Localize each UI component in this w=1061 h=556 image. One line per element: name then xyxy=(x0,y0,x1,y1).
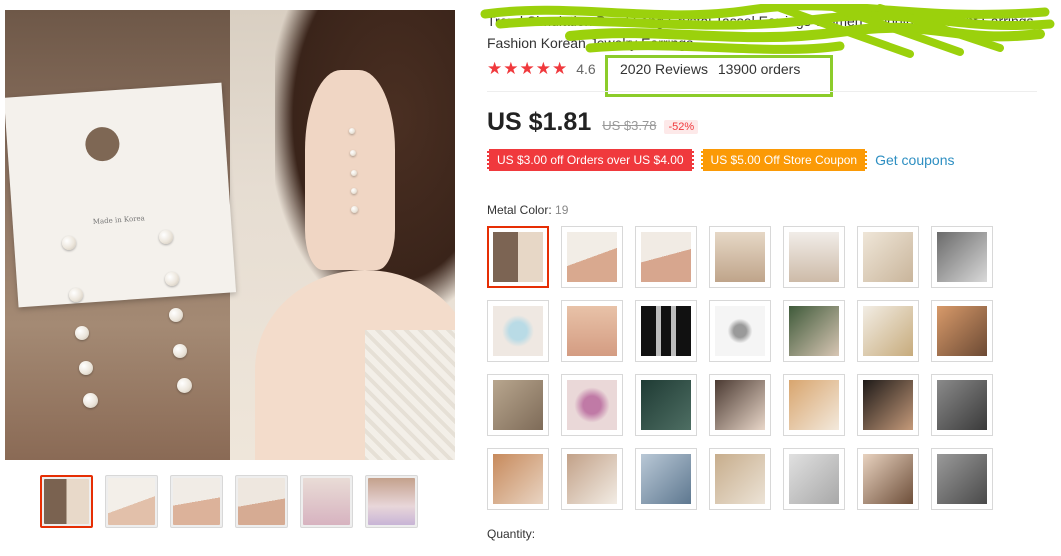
color-swatch[interactable] xyxy=(857,300,919,362)
pearl xyxy=(159,230,173,244)
option-count: 19 xyxy=(555,203,569,217)
color-swatch[interactable] xyxy=(635,226,697,288)
gallery-thumbnail[interactable] xyxy=(300,475,353,528)
card-brand-mark: Made in Korea xyxy=(92,214,146,226)
color-swatch[interactable] xyxy=(783,226,845,288)
color-swatch[interactable] xyxy=(487,448,549,510)
option-label: Metal Color: 19 xyxy=(487,203,568,217)
price-row: US $1.81 US $3.78 -52% xyxy=(487,108,699,137)
star-icon: ★ xyxy=(535,59,551,78)
color-swatch[interactable] xyxy=(783,300,845,362)
pearl xyxy=(75,326,89,340)
store-coupon[interactable]: US $5.00 Off Store Coupon xyxy=(700,149,868,171)
divider xyxy=(487,91,1037,92)
gallery-thumbnail[interactable] xyxy=(105,475,158,528)
gallery-thumbnail[interactable] xyxy=(170,475,223,528)
rating-value: 4.6 xyxy=(576,61,596,77)
color-swatch[interactable] xyxy=(487,300,549,362)
color-swatch[interactable] xyxy=(783,448,845,510)
gallery-thumbnails xyxy=(40,475,418,528)
reviews-orders: 2020 Reviews 13900 orders xyxy=(620,61,806,77)
pearl xyxy=(79,361,93,375)
color-swatch[interactable] xyxy=(487,374,549,436)
gallery-thumbnail[interactable] xyxy=(235,475,288,528)
option-name: Metal Color: xyxy=(487,203,552,217)
product-title: Trend Simulation Pearl Long Crystal Tass… xyxy=(487,13,1034,51)
color-swatch[interactable] xyxy=(635,300,697,362)
color-swatch[interactable] xyxy=(709,226,771,288)
card-hanger-hole xyxy=(84,125,121,163)
get-coupons-link[interactable]: Get coupons xyxy=(875,152,954,168)
pearl xyxy=(169,308,183,322)
color-swatch[interactable] xyxy=(709,300,771,362)
pearl xyxy=(351,206,358,213)
color-swatch[interactable] xyxy=(487,226,549,288)
earring-display-card: Made in Korea xyxy=(5,82,237,308)
color-swatch[interactable] xyxy=(931,448,993,510)
color-swatch[interactable] xyxy=(635,374,697,436)
model-sweater xyxy=(365,330,455,460)
color-swatch[interactable] xyxy=(857,374,919,436)
pearl xyxy=(165,272,179,286)
main-product-image[interactable]: Made in Korea xyxy=(5,10,455,460)
star-icon: ★ xyxy=(519,59,535,78)
pearl xyxy=(62,236,76,250)
color-swatch[interactable] xyxy=(635,448,697,510)
star-icon: ★ xyxy=(487,59,503,78)
model-neck xyxy=(305,70,395,270)
reviews-link[interactable]: 2020 Reviews xyxy=(620,61,708,77)
color-swatch[interactable] xyxy=(931,374,993,436)
color-swatch[interactable] xyxy=(561,448,623,510)
pearl xyxy=(173,344,187,358)
gallery-thumbnail[interactable] xyxy=(365,475,418,528)
color-swatch[interactable] xyxy=(857,226,919,288)
color-swatch[interactable] xyxy=(931,226,993,288)
pearl xyxy=(83,393,98,408)
pearl xyxy=(177,378,192,393)
color-swatch[interactable] xyxy=(561,374,623,436)
color-swatch[interactable] xyxy=(561,226,623,288)
pearl xyxy=(351,170,357,176)
color-swatch[interactable] xyxy=(857,448,919,510)
pearl xyxy=(351,188,357,194)
star-icon: ★ xyxy=(503,59,519,78)
pearl xyxy=(69,288,83,302)
quantity-label: Quantity: xyxy=(487,527,536,541)
star-icon: ★ xyxy=(552,59,568,78)
orders-count: 13900 orders xyxy=(717,61,801,77)
coupon-row: US $3.00 off Orders over US $4.00 US $5.… xyxy=(487,149,954,171)
pearl xyxy=(349,128,355,134)
color-swatch[interactable] xyxy=(931,300,993,362)
rating-row: ★ ★ ★ ★ ★ 4.6 xyxy=(487,60,596,78)
color-swatch[interactable] xyxy=(783,374,845,436)
gallery-thumbnail[interactable] xyxy=(40,475,93,528)
color-swatch[interactable] xyxy=(709,448,771,510)
current-price: US $1.81 xyxy=(487,108,592,136)
order-coupon[interactable]: US $3.00 off Orders over US $4.00 xyxy=(487,149,694,171)
color-swatch-grid xyxy=(487,226,993,510)
original-price: US $3.78 xyxy=(602,118,657,133)
discount-badge: -52% xyxy=(664,120,699,134)
color-swatch[interactable] xyxy=(709,374,771,436)
pearl xyxy=(350,150,356,156)
color-swatch[interactable] xyxy=(561,300,623,362)
